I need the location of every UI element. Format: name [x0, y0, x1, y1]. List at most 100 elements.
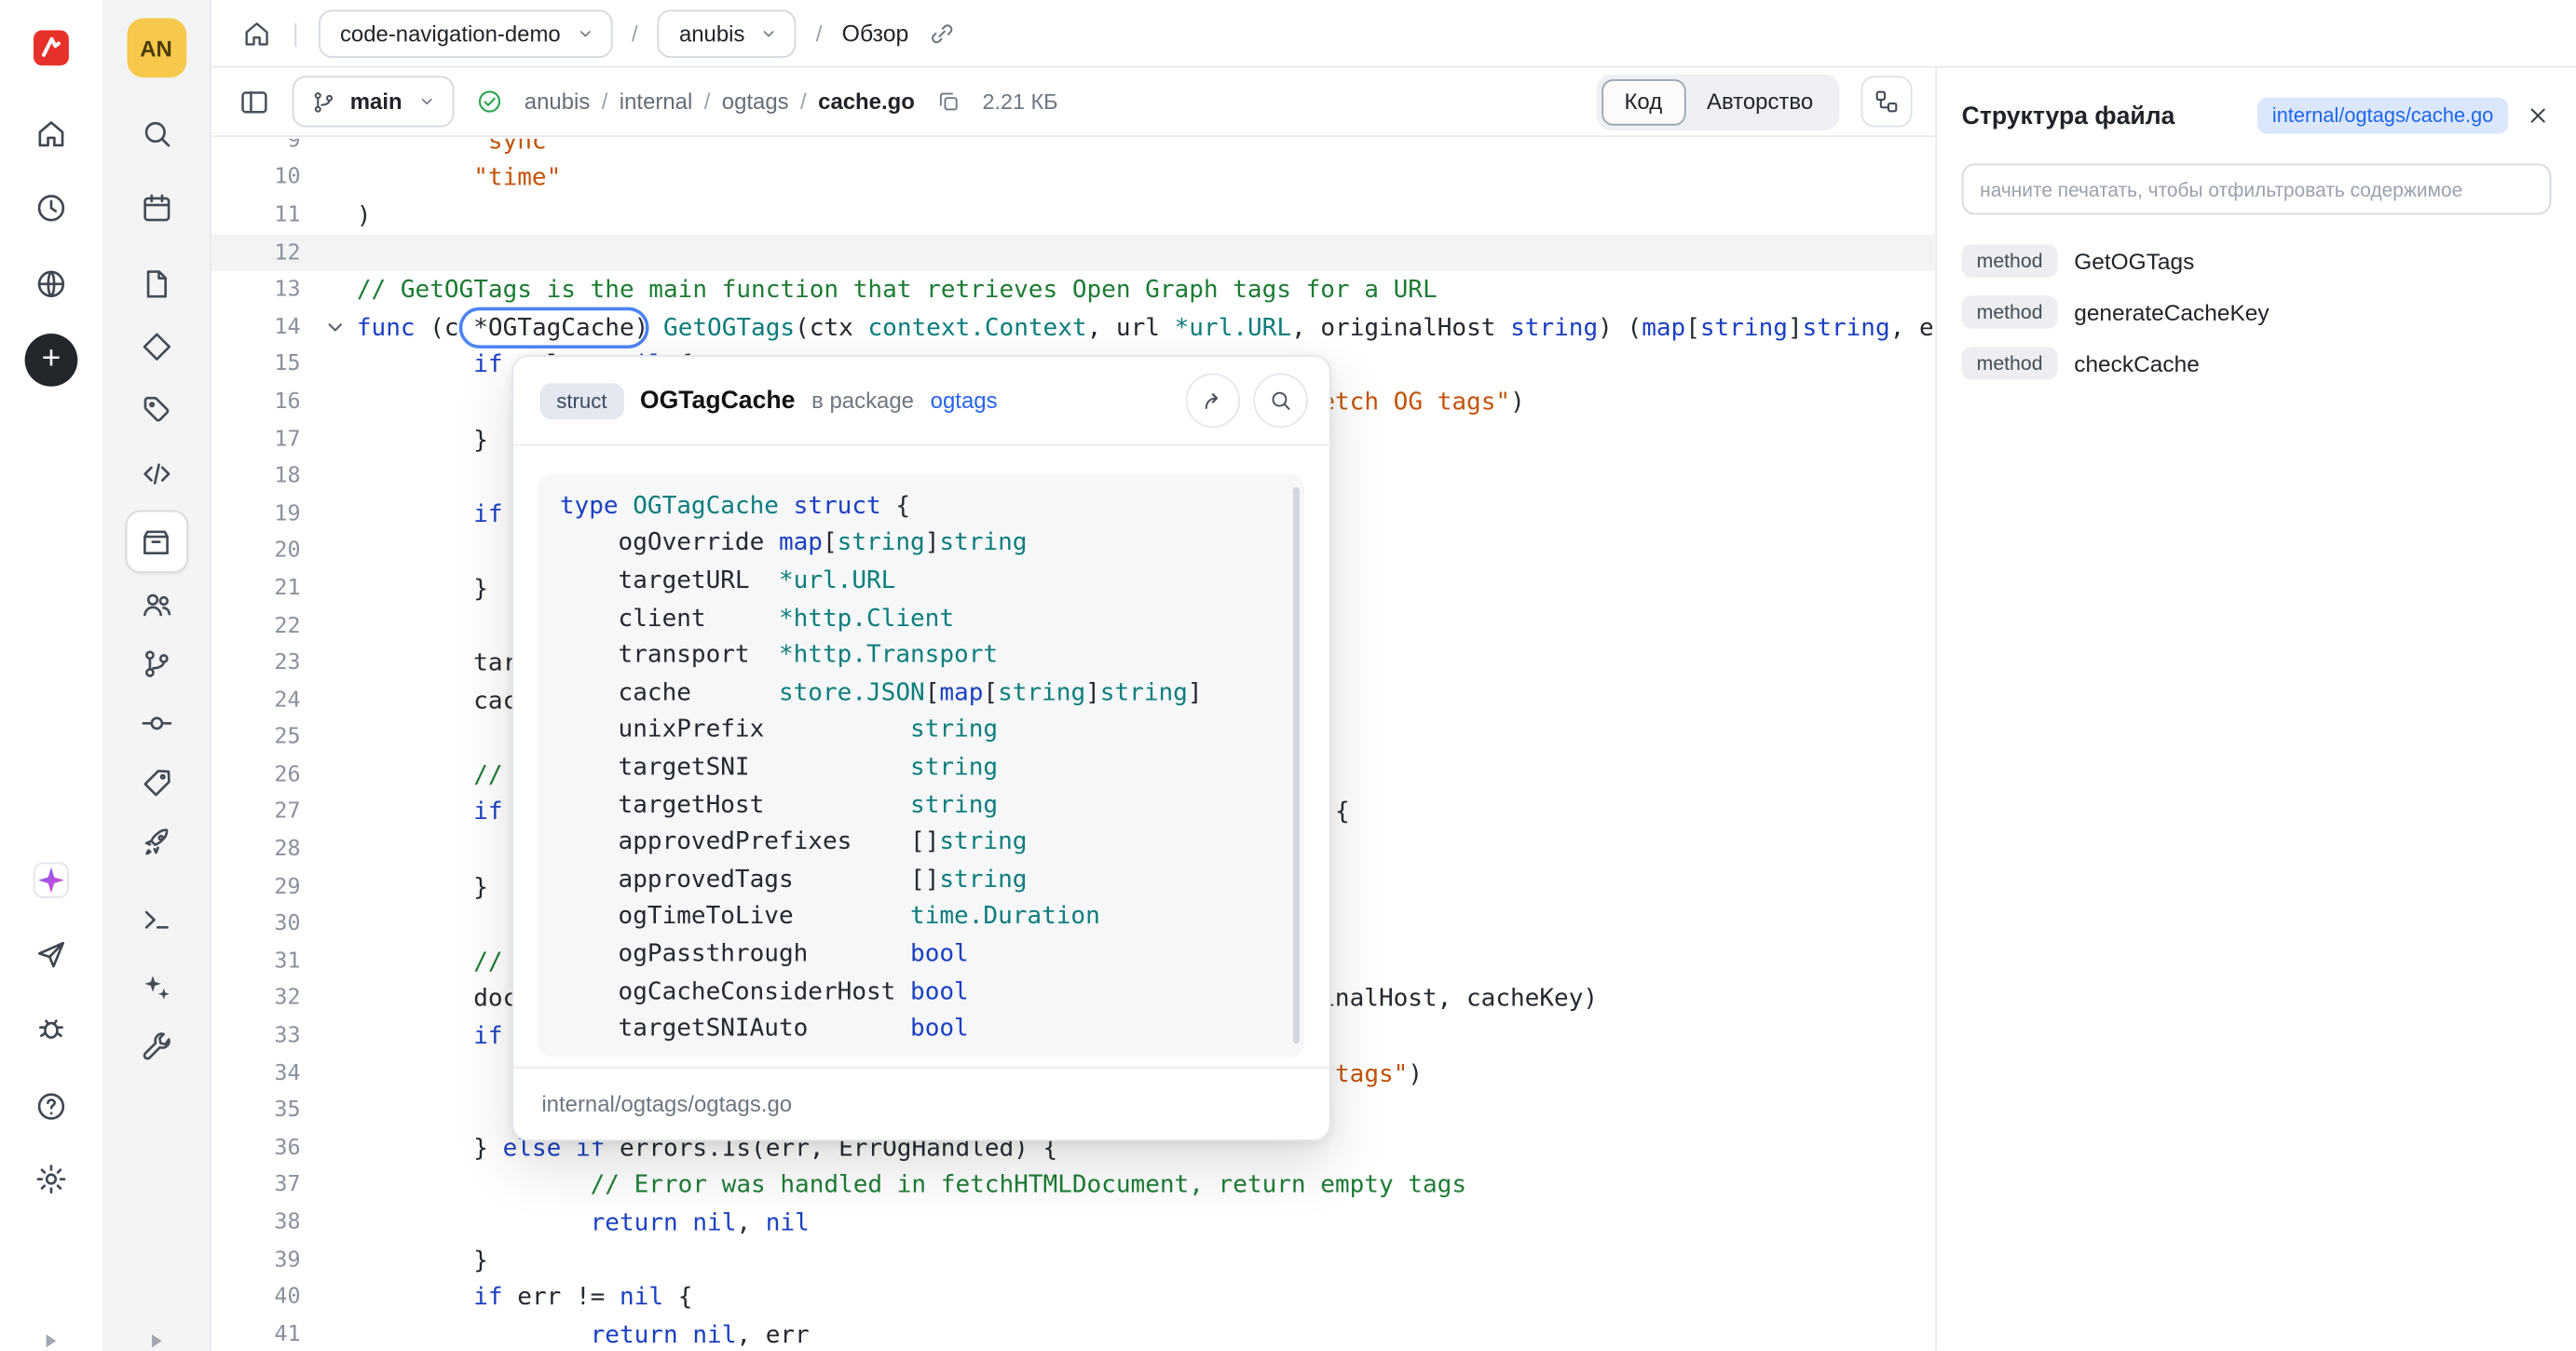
home-button[interactable]	[241, 18, 273, 49]
file-structure-toggle[interactable]	[1861, 76, 1913, 128]
package-link[interactable]: ogtags	[931, 389, 998, 414]
structure-filter-input[interactable]	[1962, 163, 2552, 214]
file-path-badge[interactable]: internal/ogtags/cache.go	[2257, 98, 2508, 134]
line-number[interactable]: 23	[211, 651, 314, 676]
rail-item-code[interactable]	[139, 457, 173, 491]
rail-item-deploy[interactable]	[139, 825, 173, 859]
line-number[interactable]: 29	[211, 875, 314, 900]
fold-toggle[interactable]	[314, 318, 357, 337]
highlighted-symbol[interactable]: *OGTagCache	[473, 313, 634, 341]
rail-item-assistant[interactable]	[30, 859, 73, 902]
breadcrumb-item[interactable]: ogtags	[722, 89, 789, 115]
rail-item-send[interactable]	[34, 937, 68, 972]
rail-item-labels[interactable]	[139, 392, 173, 427]
line-number[interactable]: 13	[211, 278, 314, 303]
view-tab-code[interactable]: Код	[1601, 78, 1685, 125]
line-number[interactable]: 16	[211, 389, 314, 415]
code-line-40[interactable]: 40 if err != nil {	[211, 1279, 1935, 1317]
code-line-39[interactable]: 39 }	[211, 1242, 1935, 1279]
expand-rail-button[interactable]	[43, 1328, 60, 1351]
line-number[interactable]: 35	[211, 1099, 314, 1124]
rail-item-settings[interactable]	[34, 1162, 68, 1196]
rail-item-repo[interactable]	[125, 511, 187, 573]
rail-item-docs[interactable]	[139, 266, 173, 301]
line-number[interactable]: 28	[211, 838, 314, 863]
close-panel-button[interactable]	[2525, 102, 2551, 129]
code-line-37[interactable]: 37 // Error was handled in fetchHTMLDocu…	[211, 1167, 1935, 1204]
line-number[interactable]: 41	[211, 1322, 314, 1347]
line-number[interactable]: 17	[211, 427, 314, 452]
line-number[interactable]: 38	[211, 1210, 314, 1235]
line-number[interactable]: 14	[211, 315, 314, 340]
line-number[interactable]: 26	[211, 763, 314, 788]
breadcrumb-item[interactable]: anubis	[525, 89, 591, 115]
view-tab-blame[interactable]: Авторство	[1685, 78, 1834, 125]
toggle-file-tree-button[interactable]	[238, 85, 270, 117]
rail-item-calendar[interactable]	[139, 191, 173, 225]
code-line-11[interactable]: 11)	[211, 197, 1935, 234]
structure-item-checkCache[interactable]: methodcheckCache	[1962, 344, 2552, 384]
code-line-14[interactable]: 14func (c *OGTagCache) GetOGTags(ctx con…	[211, 308, 1935, 346]
line-number[interactable]: 22	[211, 613, 314, 638]
rail-item-globe[interactable]	[34, 266, 68, 301]
line-number[interactable]: 24	[211, 689, 314, 714]
line-number[interactable]: 12	[211, 240, 314, 266]
copy-link-button[interactable]	[929, 19, 957, 47]
code-line-13[interactable]: 13// GetOGTags is the main function that…	[211, 271, 1935, 308]
project-selector[interactable]: code-navigation-demo	[319, 9, 612, 57]
rail-item-logo[interactable]	[29, 25, 74, 70]
line-number[interactable]: 34	[211, 1061, 314, 1086]
rail-item-contributors[interactable]	[139, 587, 173, 621]
copy-path-button[interactable]	[936, 89, 961, 115]
line-number[interactable]: 30	[211, 912, 314, 937]
line-number[interactable]: 10	[211, 166, 314, 191]
line-number[interactable]: 27	[211, 800, 314, 826]
line-number[interactable]: 39	[211, 1248, 314, 1273]
rail-item-commits[interactable]	[139, 706, 173, 741]
breadcrumb-item[interactable]: cache.go	[818, 89, 915, 115]
line-number[interactable]: 25	[211, 726, 314, 751]
line-number[interactable]: 40	[211, 1285, 314, 1310]
rail-item-help[interactable]	[34, 1089, 68, 1124]
line-number[interactable]: 32	[211, 987, 314, 1012]
structure-item-generateCacheKey[interactable]: methodgenerateCacheKey	[1962, 293, 2552, 333]
code-line-38[interactable]: 38 return nil, nil	[211, 1204, 1935, 1241]
line-number[interactable]: 33	[211, 1024, 314, 1049]
rail-item-terminal[interactable]	[139, 903, 173, 937]
definition-file-path[interactable]: internal/ogtags/ogtags.go	[541, 1092, 792, 1117]
rail-item-create[interactable]: +	[25, 334, 78, 387]
ci-status-icon[interactable]	[475, 88, 503, 116]
repo-selector[interactable]: anubis	[658, 9, 797, 57]
rail-item-home[interactable]	[34, 116, 68, 151]
find-references-button[interactable]	[1253, 374, 1307, 428]
code-line-12[interactable]: 12	[211, 234, 1935, 271]
code-line-9[interactable]: 9 "sync"	[211, 139, 1935, 159]
breadcrumb-item[interactable]: internal	[620, 89, 692, 115]
line-number[interactable]: 36	[211, 1136, 314, 1161]
line-number[interactable]: 37	[211, 1173, 314, 1198]
expand-rail-button[interactable]	[148, 1328, 165, 1351]
line-number[interactable]: 20	[211, 539, 314, 564]
line-number[interactable]: 21	[211, 576, 314, 601]
rail-item-milestones[interactable]	[139, 330, 173, 364]
rail-item-tags[interactable]	[139, 766, 173, 800]
rail-item-history[interactable]	[34, 191, 68, 225]
code-line-10[interactable]: 10 "time"	[211, 159, 1935, 197]
rail-item-search[interactable]	[139, 116, 173, 151]
line-number[interactable]: 31	[211, 949, 314, 975]
rail-item-bug[interactable]	[34, 1012, 68, 1046]
rail-item-sparkles[interactable]	[139, 970, 173, 1004]
line-number[interactable]: 15	[211, 352, 314, 377]
scrollbar[interactable]	[1293, 487, 1300, 1044]
code-line-41[interactable]: 41 return nil, err	[211, 1317, 1935, 1351]
line-number[interactable]: 18	[211, 464, 314, 489]
branch-selector[interactable]: main	[293, 76, 454, 128]
line-number[interactable]: 19	[211, 501, 314, 526]
rail-item-tools[interactable]	[139, 1030, 173, 1064]
user-avatar[interactable]: AN	[127, 18, 186, 77]
structure-item-GetOGTags[interactable]: methodGetOGTags	[1962, 241, 2552, 281]
go-to-definition-button[interactable]	[1186, 374, 1240, 428]
line-number[interactable]: 9	[211, 139, 314, 154]
line-number[interactable]: 11	[211, 203, 314, 228]
rail-item-avatar[interactable]: AN	[127, 18, 186, 77]
